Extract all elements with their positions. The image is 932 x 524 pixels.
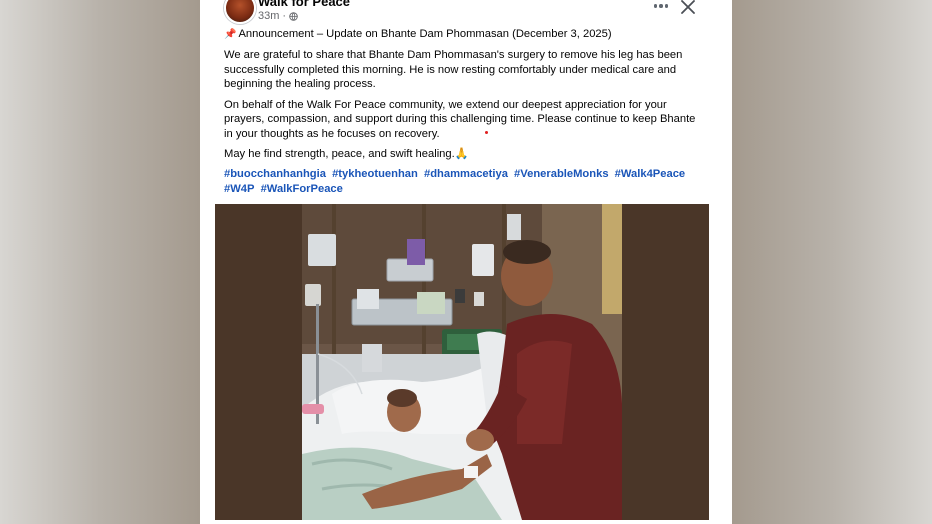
hashtag-link[interactable]: #dhammacetiya bbox=[424, 168, 508, 180]
page-avatar[interactable] bbox=[224, 0, 256, 24]
announcement-line: 📌 Announcement – Update on Bhante Dam Pho… bbox=[224, 27, 704, 43]
background-blur-right bbox=[732, 0, 932, 524]
hashtag-link[interactable]: #tykheotuenhan bbox=[332, 168, 418, 180]
meta-separator: · bbox=[282, 10, 287, 22]
background-blur-left bbox=[0, 0, 200, 524]
announcement-title: Announcement – Update on Bhante Dam Phom… bbox=[238, 28, 612, 40]
post-time[interactable]: 33m bbox=[258, 10, 279, 22]
hashtag-link[interactable]: #Walk4Peace bbox=[615, 168, 686, 180]
hashtag-link[interactable]: #WalkForPeace bbox=[261, 183, 343, 195]
more-dot bbox=[664, 4, 669, 8]
post-body: 📌 Announcement – Update on Bhante Dam Pho… bbox=[224, 27, 704, 202]
more-horizontal-icon bbox=[653, 4, 658, 8]
close-icon[interactable] bbox=[678, 0, 698, 17]
hashtag-link[interactable]: #VenerableMonks bbox=[514, 168, 609, 180]
hashtag-link[interactable]: #W4P bbox=[224, 183, 254, 195]
post-card: Walk for Peace 33m · 📌 Announcement – Upd… bbox=[200, 0, 732, 524]
paragraph-3: May he find strength, peace, and swift h… bbox=[224, 147, 469, 160]
more-dot bbox=[659, 4, 663, 8]
post-photo-frame[interactable] bbox=[215, 204, 709, 520]
post-header: Walk for Peace 33m · bbox=[200, 0, 732, 26]
hashtag-link[interactable]: #buocchanhanhgia bbox=[224, 168, 326, 180]
paragraph-2: On behalf of the Walk For Peace communit… bbox=[224, 98, 696, 140]
more-options-button[interactable] bbox=[649, 0, 673, 16]
red-marker-dot bbox=[485, 131, 488, 134]
globe-icon bbox=[289, 11, 298, 21]
post-meta: 33m · bbox=[258, 10, 298, 22]
paragraph-1: We are grateful to share that Bhante Dam… bbox=[224, 49, 683, 91]
hospital-room-photo[interactable] bbox=[302, 204, 622, 520]
pushpin-icon: 📌 bbox=[224, 29, 237, 40]
page-name[interactable]: Walk for Peace bbox=[258, 0, 350, 9]
hashtag-list: #buocchanhanhgia #tykheotuenhan #dhammac… bbox=[224, 167, 704, 196]
